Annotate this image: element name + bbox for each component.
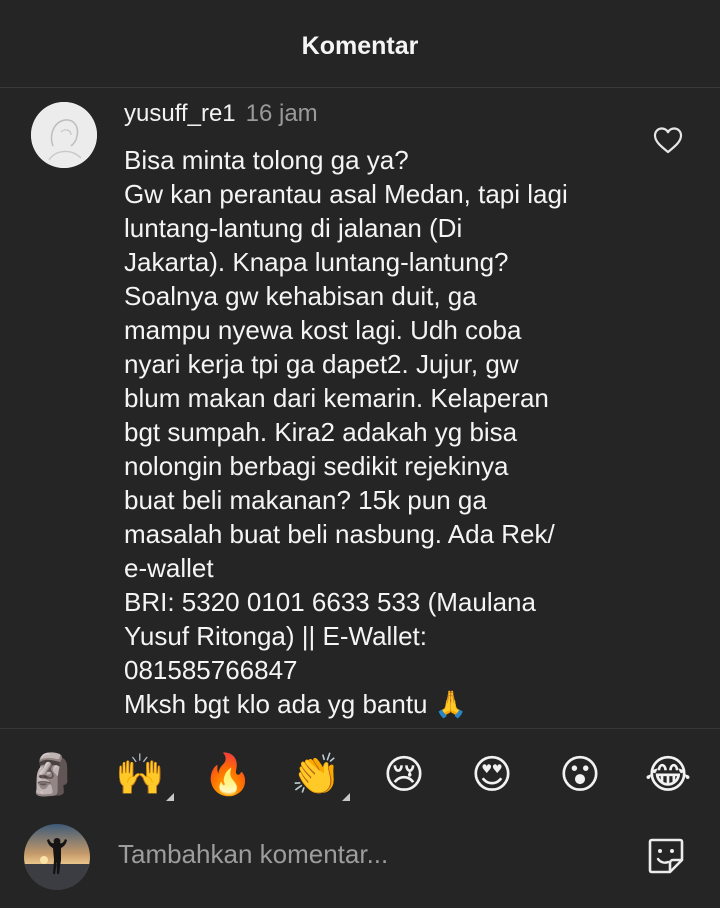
current-user-avatar xyxy=(24,824,90,890)
comment-line: blum makan dari kemarin. Kelaperan xyxy=(124,383,549,413)
heart-outline-icon xyxy=(653,127,683,154)
emoji-moai-button[interactable]: 🗿 xyxy=(24,747,80,803)
emoji-clapping-hands-button[interactable]: 👏 xyxy=(288,747,350,803)
comment-line: Mksh bgt klo ada yg bantu 🙏 xyxy=(124,689,468,719)
skin-tone-indicator-icon xyxy=(166,793,174,801)
sticker-icon xyxy=(648,838,684,874)
comment-line: luntang-lantung di jalanan (Di xyxy=(124,213,463,243)
emoji-tears-of-joy-button[interactable]: 😂 xyxy=(640,747,696,803)
comment-line: bgt sumpah. Kira2 adakah yg bisa xyxy=(124,417,518,447)
comment-line: Yusuf Ritonga) || E-Wallet: xyxy=(124,621,427,651)
comment-line: mampu nyewa kost lagi. Udh coba xyxy=(124,315,522,345)
emoji-raising-hands-button[interactable]: 🙌 xyxy=(112,747,174,803)
avatar-sketch-icon xyxy=(31,102,97,168)
header-bar: Komentar xyxy=(0,0,720,88)
emoji-crying-face-button[interactable]: 😢 xyxy=(376,747,432,803)
emoji-clapping-hands-glyph: 👏 xyxy=(291,753,341,797)
comment-line: BRI: 5320 0101 6633 533 (Maulana xyxy=(124,587,536,617)
sticker-button[interactable] xyxy=(644,834,688,878)
comment-line: masalah buat beli nasbung. Ada Rek/ xyxy=(124,519,555,549)
page-title: Komentar xyxy=(301,32,419,60)
emoji-raising-hands-glyph: 🙌 xyxy=(115,753,165,797)
comment-line: Bisa minta tolong ga ya? xyxy=(124,145,409,175)
comment-line: buat beli makanan? 15k pun ga xyxy=(124,485,487,515)
emoji-fire-button[interactable]: 🔥 xyxy=(200,747,256,803)
comment-line: nyari kerja tpi ga dapet2. Jujur, gw xyxy=(124,349,519,379)
avatar-beach-silhouette-icon xyxy=(24,824,90,890)
commenter-username[interactable]: yusuff_re1 xyxy=(124,100,236,127)
comment-input[interactable] xyxy=(118,836,618,872)
comment-composer xyxy=(0,818,720,908)
comment-line: Jakarta). Knapa luntang-lantung? xyxy=(124,247,509,277)
comment-line: Gw kan perantau asal Medan, tapi lagi xyxy=(124,179,568,209)
emoji-heart-eyes-button[interactable]: 😍 xyxy=(464,747,520,803)
skin-tone-indicator-icon xyxy=(342,793,350,801)
comment-meta: yusuff_re1 16 jam xyxy=(124,100,318,128)
quick-emoji-bar: 🗿 🙌 🔥 👏 😢 😍 😮 😂 xyxy=(0,728,720,818)
comment-timestamp: 16 jam xyxy=(245,100,318,127)
comment-line: 081585766847 xyxy=(124,655,298,685)
comment-line: Soalnya gw kehabisan duit, ga xyxy=(124,281,477,311)
comment-text: Bisa minta tolong ga ya? Gw kan perantau… xyxy=(124,143,654,721)
emoji-surprised-face-button[interactable]: 😮 xyxy=(552,747,608,803)
comment-line: e-wallet xyxy=(124,553,214,583)
like-comment-button[interactable] xyxy=(652,125,684,155)
commenter-avatar[interactable] xyxy=(31,102,97,168)
comment-line: nolongin berbagi sedikit rejekinya xyxy=(124,451,509,481)
